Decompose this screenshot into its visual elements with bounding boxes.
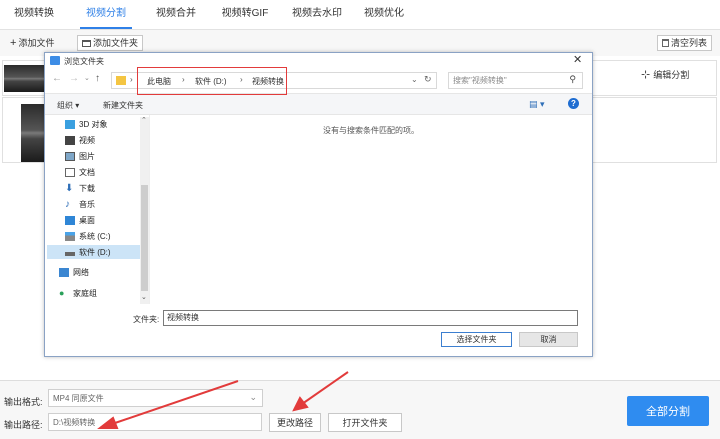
navigation-pane: 3D 对象 视频 图片 文档 ⬇ 下载 ♪ 音乐 桌面 系统 (C:) 软件 (… bbox=[45, 115, 150, 304]
folder-icon bbox=[116, 76, 126, 85]
nav-item-label: 家庭组 bbox=[73, 288, 97, 298]
address-bar: ← → ⌄ ↑ › 此电脑 › 软件 (D:) › 视频转换 ⌄ ↻ 搜索"视频… bbox=[45, 70, 592, 92]
back-arrow-icon[interactable]: ← bbox=[52, 73, 62, 84]
app-icon bbox=[50, 56, 60, 65]
download-icon: ⬇ bbox=[65, 182, 74, 194]
annotation-arrowhead-path bbox=[97, 416, 119, 429]
new-folder-button[interactable]: 新建文件夹 bbox=[103, 100, 143, 111]
nav-item-software-d[interactable]: 软件 (D:) bbox=[47, 245, 140, 259]
picture-icon bbox=[65, 151, 75, 161]
video-icon bbox=[65, 135, 75, 145]
music-icon: ♪ bbox=[65, 198, 70, 210]
scroll-down-icon[interactable]: ⌄ bbox=[141, 293, 147, 301]
nav-item-videos[interactable]: 视频 bbox=[65, 133, 95, 147]
empty-message: 没有与搜索条件匹配的项。 bbox=[323, 126, 419, 135]
homegroup-icon: ● bbox=[59, 288, 65, 298]
cube-icon bbox=[65, 119, 75, 129]
scroll-thumb[interactable] bbox=[141, 185, 148, 291]
organize-button[interactable]: 组织 ▾ bbox=[57, 100, 79, 111]
cancel-button[interactable]: 取消 bbox=[519, 332, 578, 347]
network-icon bbox=[59, 267, 69, 277]
nav-item-desktop[interactable]: 桌面 bbox=[65, 213, 95, 227]
browse-folder-dialog: 浏览文件夹 ✕ ← → ⌄ ↑ › 此电脑 › 软件 (D:) › 视频转换 ⌄… bbox=[44, 52, 593, 357]
nav-item-label: 下载 bbox=[79, 183, 95, 193]
nav-item-pictures[interactable]: 图片 bbox=[65, 149, 95, 163]
close-icon[interactable]: ✕ bbox=[573, 53, 582, 66]
recent-chevron-icon[interactable]: ⌄ bbox=[84, 74, 90, 82]
chevron-down-icon[interactable]: ⌄ bbox=[411, 75, 418, 84]
nav-item-label: 视频 bbox=[79, 135, 95, 145]
up-arrow-icon[interactable]: ↑ bbox=[95, 73, 100, 84]
nav-item-downloads[interactable]: ⬇ 下载 bbox=[65, 181, 95, 195]
select-folder-button[interactable]: 选择文件夹 bbox=[441, 332, 512, 347]
nav-item-label: 系统 (C:) bbox=[79, 231, 111, 241]
forward-arrow-icon[interactable]: → bbox=[69, 73, 79, 84]
annotation-arrow-path bbox=[111, 380, 239, 425]
document-icon bbox=[65, 167, 75, 177]
view-options-icon[interactable]: ▤ ▾ bbox=[529, 99, 545, 110]
annotation-arrowhead-change bbox=[292, 396, 309, 412]
nav-item-label: 桌面 bbox=[79, 215, 95, 225]
nav-item-label: 网络 bbox=[73, 267, 89, 277]
nav-item-3d-objects[interactable]: 3D 对象 bbox=[65, 117, 107, 131]
annotation-highlight-box bbox=[137, 67, 287, 95]
search-placeholder: 搜索"视频转换" bbox=[453, 76, 507, 85]
nav-item-label: 文档 bbox=[79, 167, 95, 177]
search-input[interactable]: 搜索"视频转换" ⚲ bbox=[448, 72, 583, 89]
nav-item-music[interactable]: ♪ 音乐 bbox=[65, 197, 95, 211]
annotation-arrow-change bbox=[301, 371, 349, 405]
dialog-titlebar: 浏览文件夹 ✕ bbox=[45, 53, 592, 69]
nav-item-network[interactable]: 网络 bbox=[59, 265, 89, 279]
breadcrumb-separator: › bbox=[130, 75, 133, 84]
nav-item-label: 3D 对象 bbox=[79, 119, 108, 129]
nav-item-label: 图片 bbox=[79, 151, 95, 161]
search-icon: ⚲ bbox=[569, 74, 576, 84]
desktop-icon bbox=[65, 215, 75, 225]
drive-icon bbox=[65, 252, 75, 256]
command-bar: 组织 ▾ 新建文件夹 ▤ ▾ ? bbox=[45, 93, 592, 115]
folder-field-label: 文件夹: bbox=[133, 315, 160, 324]
folder-name-input[interactable]: 视频转换 bbox=[163, 310, 578, 326]
help-icon[interactable]: ? bbox=[568, 98, 579, 109]
dialog-title: 浏览文件夹 bbox=[64, 57, 104, 66]
refresh-icon[interactable]: ↻ bbox=[424, 74, 432, 85]
drive-icon bbox=[65, 231, 75, 241]
nav-item-documents[interactable]: 文档 bbox=[65, 165, 95, 179]
scroll-up-icon[interactable]: ⌃ bbox=[141, 116, 147, 124]
nav-item-homegroup[interactable]: ● 家庭组 bbox=[59, 286, 97, 300]
nav-item-system-c[interactable]: 系统 (C:) bbox=[65, 229, 111, 243]
nav-item-label: 软件 (D:) bbox=[79, 247, 111, 257]
nav-item-label: 音乐 bbox=[79, 199, 95, 209]
